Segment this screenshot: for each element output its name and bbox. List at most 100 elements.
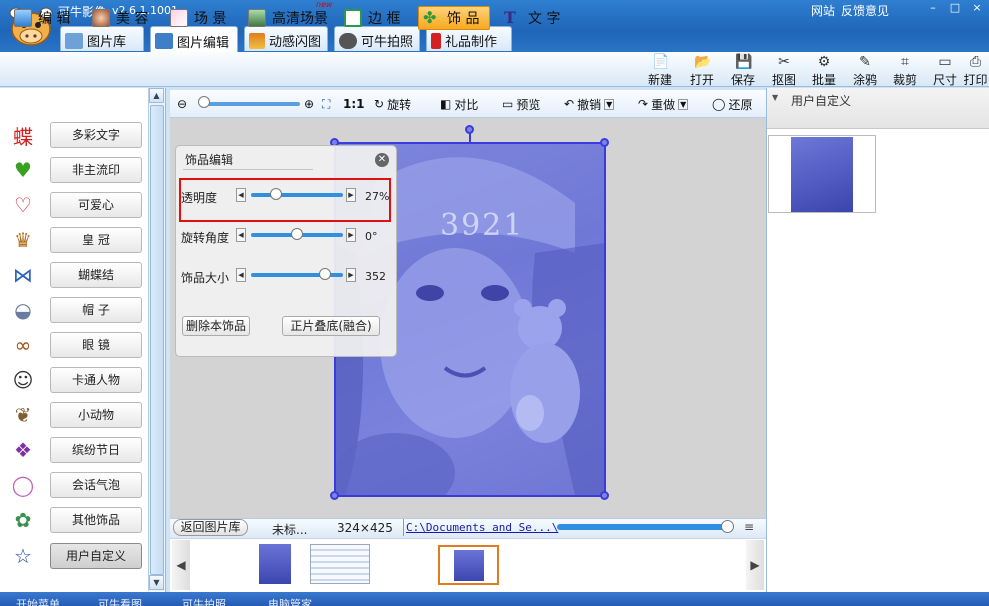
tool-beauty[interactable]: 美 容 (88, 6, 152, 30)
tool-text[interactable]: T 文 字 (500, 6, 564, 30)
crop-button[interactable]: ⌗ 裁剪 (889, 54, 921, 87)
category-button[interactable]: 小动物 (50, 402, 142, 428)
preview-button[interactable]: ▭ 预览 (502, 96, 540, 112)
new-badge: new (316, 0, 333, 9)
tool-hd-scene[interactable]: 高清场景 new (244, 0, 333, 30)
category-button[interactable]: 蝴蝶结 (50, 262, 142, 288)
resize-handle-top-right[interactable] (600, 138, 609, 147)
save-button[interactable]: 💾 保存 (727, 54, 759, 87)
camera-icon (339, 32, 357, 49)
filmstrip-prev-icon[interactable]: ◀ (172, 540, 190, 590)
panel-title: 饰品编辑 (185, 153, 234, 167)
print-button[interactable]: ⎙ 打印 (962, 54, 989, 86)
filmstrip-thumb-1[interactable] (259, 544, 291, 584)
category-item[interactable]: ❦ 小动物 (8, 400, 146, 430)
category-icon: ♡ (14, 193, 32, 217)
category-item[interactable]: 蝶多彩文字 (8, 120, 146, 150)
new-file-icon: 📄 (652, 54, 670, 70)
feedback-link[interactable]: 反馈意见 (841, 2, 889, 19)
compare-button[interactable]: ◧ 对比 (440, 96, 478, 112)
restore-button[interactable]: ◯ 还原 (712, 96, 752, 112)
close-button[interactable]: × (966, 0, 988, 16)
website-link[interactable]: 网站 (811, 2, 835, 19)
thumbnail-size-slider[interactable] (557, 524, 732, 530)
scroll-up-icon[interactable]: ▲ (149, 88, 164, 103)
rotate-handle[interactable] (465, 125, 474, 134)
rotation-decrease-icon[interactable]: ◀ (236, 228, 246, 242)
taskbar-item-viewer[interactable]: 可牛看图 (98, 596, 142, 606)
category-button[interactable]: 缤纷节日 (50, 437, 142, 463)
size-slider-knob[interactable] (319, 268, 331, 280)
collapse-arrow-icon[interactable]: ▼ (772, 93, 778, 102)
close-icon[interactable]: ✕ (375, 153, 389, 167)
category-button[interactable]: 可爱心 (50, 192, 142, 218)
category-item[interactable]: ⋈ 蝴蝶结 (8, 260, 146, 290)
category-button[interactable]: 帽 子 (50, 297, 142, 323)
category-button[interactable]: 其他饰品 (50, 507, 142, 533)
resize-handle-bottom-left[interactable] (330, 491, 339, 500)
menu-icon[interactable]: ≡ (744, 520, 754, 534)
category-button[interactable]: 皇 冠 (50, 227, 142, 253)
taskbar-item-camera[interactable]: 可牛拍照 (182, 596, 226, 606)
category-button[interactable]: 会话气泡 (50, 472, 142, 498)
filmstrip-thumb-3-selected[interactable] (438, 545, 499, 585)
actual-size-button[interactable]: 1:1 (343, 96, 365, 112)
rotate-button[interactable]: ↻ 旋转 (374, 96, 411, 112)
fit-screen-icon[interactable]: ⛶ (322, 96, 330, 112)
category-button[interactable]: 卡通人物 (50, 367, 142, 393)
thumbnail-size-knob[interactable] (721, 520, 734, 533)
taskbar-item-manager[interactable]: 电脑管家 (268, 596, 312, 606)
category-item[interactable]: ☆ 用户自定义 (8, 541, 146, 571)
cutout-button[interactable]: ✂ 抠图 (768, 54, 800, 87)
category-item[interactable]: ♥ 非主流印 (8, 155, 146, 185)
redo-dropdown-icon[interactable]: ▼ (678, 98, 689, 110)
tool-frame[interactable]: 边 框 (340, 6, 404, 30)
batch-button[interactable]: ⚙ 批量 (808, 54, 840, 87)
taskbar-item-start[interactable]: 开始菜单 (16, 596, 60, 606)
filmstrip-next-icon[interactable]: ▶ (746, 540, 764, 590)
category-item[interactable]: ◒ 帽 子 (8, 295, 146, 325)
delete-ornament-button[interactable]: 删除本饰品 (182, 316, 250, 336)
tool-scene[interactable]: 场 景 (166, 6, 230, 30)
custom-ornament-thumbnail (791, 137, 853, 212)
zoom-slider[interactable] (200, 102, 300, 106)
size-increase-icon[interactable]: ▶ (346, 268, 356, 282)
category-item[interactable]: ◯ 会话气泡 (8, 470, 146, 500)
tool-edit[interactable]: 编 辑 (10, 6, 74, 30)
rotation-increase-icon[interactable]: ▶ (346, 228, 356, 242)
tool-ornament[interactable]: ✤ 饰 品 (418, 6, 490, 30)
sidebar-scrollbar[interactable]: ▲ ▼ (148, 88, 165, 591)
back-to-library-button[interactable]: 返回图片库 (173, 519, 248, 536)
doodle-button[interactable]: ✎ 涂鸦 (849, 54, 881, 87)
category-item[interactable]: ♡ 可爱心 (8, 190, 146, 220)
category-item[interactable]: ∞ 眼 镜 (8, 330, 146, 360)
zoom-slider-knob[interactable] (198, 96, 210, 108)
zoom-out-icon[interactable]: ⊖ (177, 96, 187, 112)
category-item[interactable]: ♛ 皇 冠 (8, 225, 146, 255)
resize-handle-bottom-right[interactable] (600, 491, 609, 500)
zoom-in-icon[interactable]: ⊕ (304, 96, 314, 112)
category-button[interactable]: 非主流印 (50, 157, 142, 183)
new-button[interactable]: 📄 新建 (644, 54, 676, 87)
category-item[interactable]: ☺ 卡通人物 (8, 365, 146, 395)
multiply-blend-button[interactable]: 正片叠底(融合) (282, 316, 380, 336)
minimize-button[interactable]: – (922, 0, 944, 16)
category-button[interactable]: 眼 镜 (50, 332, 142, 358)
file-path-link[interactable]: C:\Documents and Se...\ (406, 521, 558, 534)
category-button[interactable]: 多彩文字 (50, 122, 142, 148)
rotation-slider-knob[interactable] (291, 228, 303, 240)
scroll-down-icon[interactable]: ▼ (149, 575, 164, 590)
open-button[interactable]: 📂 打开 (686, 54, 718, 87)
category-item[interactable]: ✿ 其他饰品 (8, 505, 146, 535)
category-item[interactable]: ❖ 缤纷节日 (8, 435, 146, 465)
scroll-thumb[interactable] (150, 105, 164, 575)
filmstrip-thumb-2[interactable] (310, 544, 370, 584)
undo-button[interactable]: ↶ 撤销 ▼ (564, 96, 615, 112)
redo-button[interactable]: ↷ 重做 ▼ (638, 96, 689, 112)
resize-button[interactable]: ▭ 尺寸 (929, 54, 961, 87)
category-button[interactable]: 用户自定义 (50, 543, 142, 569)
maximize-button[interactable]: □ (944, 0, 966, 16)
undo-dropdown-icon[interactable]: ▼ (604, 98, 615, 110)
size-decrease-icon[interactable]: ◀ (236, 268, 246, 282)
custom-ornament-item[interactable] (768, 135, 876, 213)
